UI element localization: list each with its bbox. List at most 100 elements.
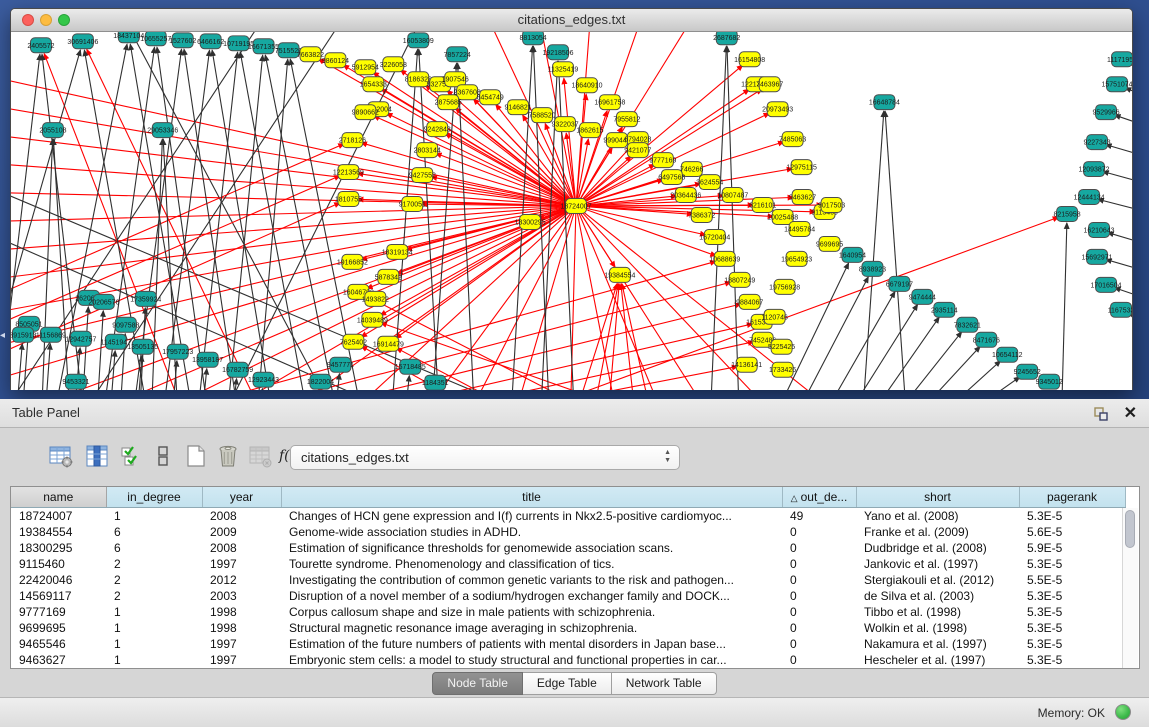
network-node[interactable]: 2405572 — [27, 38, 54, 53]
table-cell[interactable]: 9463627 — [11, 652, 106, 668]
network-node[interactable]: 7463967 — [756, 77, 783, 92]
table-cell[interactable]: Embryonic stem cells: a model to study s… — [281, 652, 782, 668]
table-cell[interactable]: 0 — [782, 588, 856, 604]
table-cell[interactable]: 14569117 — [11, 588, 106, 604]
column-header-pagerank[interactable]: pagerank — [1019, 487, 1125, 507]
table-cell[interactable]: 2009 — [202, 524, 281, 540]
column-header-year[interactable]: year — [202, 487, 281, 507]
network-node[interactable]: 16648784 — [869, 95, 900, 110]
network-node[interactable]: 2803144 — [414, 143, 441, 158]
table-scrollbar[interactable] — [1122, 508, 1138, 668]
network-node[interactable]: 2718126 — [339, 133, 366, 148]
network-node[interactable]: 11171952 — [1107, 52, 1132, 67]
network-node[interactable]: 10688639 — [709, 251, 740, 266]
window-titlebar[interactable]: citations_edges.txt — [11, 9, 1132, 32]
table-cell[interactable]: 49 — [782, 507, 856, 524]
network-node[interactable]: 7832621 — [954, 317, 981, 332]
network-node[interactable]: 5225425 — [768, 339, 795, 354]
table-cell[interactable]: 19384554 — [11, 524, 106, 540]
table-cell[interactable]: Yano et al. (2008) — [856, 507, 1019, 524]
network-node[interactable]: 9097588 — [112, 317, 139, 332]
table-cell[interactable]: 1 — [106, 636, 202, 652]
table-cell[interactable]: 2 — [106, 556, 202, 572]
table-cell[interactable]: 1997 — [202, 636, 281, 652]
table-cell[interactable]: 5.3E-5 — [1019, 588, 1125, 604]
table-cell[interactable]: 9777169 — [11, 604, 106, 620]
network-node[interactable]: 1167533 — [1108, 302, 1132, 317]
network-node[interactable]: 9322037 — [551, 117, 578, 132]
table-row[interactable]: 911546021997Tourette syndrome. Phenomeno… — [11, 556, 1125, 572]
table-cell[interactable]: 22420046 — [11, 572, 106, 588]
network-node[interactable]: 6679197 — [886, 276, 913, 291]
table-cell[interactable]: 0 — [782, 556, 856, 572]
table-cell[interactable]: Estimation of the future numbers of pati… — [281, 636, 782, 652]
network-node[interactable]: 6216101 — [749, 198, 776, 213]
network-node[interactable]: 14136141 — [731, 357, 762, 372]
network-node[interactable]: 5912954 — [352, 60, 379, 75]
tab-network-table[interactable]: Network Table — [612, 672, 717, 695]
network-node[interactable]: 1810755 — [335, 192, 362, 207]
table-cell[interactable]: 0 — [782, 636, 856, 652]
table-cell[interactable]: 0 — [782, 652, 856, 668]
table-cell[interactable]: 5.3E-5 — [1019, 652, 1125, 668]
network-node[interactable]: 16154808 — [734, 52, 765, 67]
table-cell[interactable]: Genome-wide association studies in ADHD. — [281, 524, 782, 540]
table-cell[interactable]: 0 — [782, 540, 856, 556]
network-node[interactable]: 7955812 — [613, 112, 640, 127]
network-node[interactable]: 18640910 — [571, 78, 602, 93]
table-cell[interactable]: 18724007 — [11, 507, 106, 524]
network-node[interactable]: 9890662 — [352, 105, 379, 120]
network-node[interactable]: 9242843 — [424, 122, 451, 137]
network-node[interactable]: 1654333 — [360, 77, 387, 92]
network-node[interactable]: 19384554 — [604, 267, 635, 282]
network-node[interactable]: 13958187 — [192, 352, 223, 367]
network-node[interactable]: 1862615 — [576, 123, 603, 138]
network-node[interactable]: 8454749 — [477, 90, 504, 105]
network-node[interactable]: 9345012 — [1036, 374, 1063, 389]
tab-edge-table[interactable]: Edge Table — [523, 672, 612, 695]
network-node[interactable]: 19166852 — [337, 254, 368, 269]
table-cell[interactable]: 2012 — [202, 572, 281, 588]
network-node[interactable]: 7588520 — [528, 108, 555, 123]
network-node[interactable]: 9427552 — [409, 168, 436, 183]
memory-status-icon[interactable] — [1115, 704, 1131, 720]
column-header-name[interactable]: name — [11, 487, 106, 507]
network-node[interactable]: 2875685 — [435, 95, 462, 110]
table-cell[interactable]: 6 — [106, 540, 202, 556]
network-node[interactable]: 16720404 — [699, 229, 730, 244]
table-cell[interactable]: Franke et al. (2009) — [856, 524, 1019, 540]
table-cell[interactable]: 5.3E-5 — [1019, 556, 1125, 572]
network-node[interactable]: 9474444 — [909, 289, 936, 304]
table-cell[interactable]: 18300295 — [11, 540, 106, 556]
network-node[interactable]: 17016504 — [1091, 277, 1122, 292]
table-cell[interactable]: Stergiakouli et al. (2012) — [856, 572, 1019, 588]
tab-node-table[interactable]: Node Table — [432, 672, 523, 695]
network-node[interactable]: 9884067 — [736, 294, 763, 309]
network-node[interactable]: 1184351 — [422, 375, 449, 390]
table-cell[interactable]: 1998 — [202, 620, 281, 636]
table-cell[interactable]: 5.5E-5 — [1019, 572, 1125, 588]
table-rows-icon[interactable] — [150, 443, 176, 469]
table-cell[interactable]: de Silva et al. (2003) — [856, 588, 1019, 604]
table-cell[interactable]: 1 — [106, 652, 202, 668]
table-cell[interactable]: Jankovic et al. (1997) — [856, 556, 1019, 572]
network-node[interactable]: 1493822 — [362, 291, 389, 306]
table-cell[interactable]: 1 — [106, 507, 202, 524]
network-node[interactable]: 12093872 — [1079, 162, 1110, 177]
table-cell[interactable]: Corpus callosum shape and size in male p… — [281, 604, 782, 620]
new-document-icon[interactable] — [183, 443, 209, 469]
table-cell[interactable]: 2 — [106, 572, 202, 588]
network-node[interactable]: 9463627 — [789, 190, 816, 205]
network-node[interactable]: 17957223 — [162, 344, 193, 359]
network-node[interactable]: 10654112 — [992, 347, 1023, 362]
network-node[interactable]: 1822004 — [307, 374, 334, 389]
table-cell[interactable]: Disruption of a novel member of a sodium… — [281, 588, 782, 604]
table-cell[interactable]: 1 — [106, 604, 202, 620]
table-cell[interactable]: 1997 — [202, 556, 281, 572]
table-cell[interactable]: 5.3E-5 — [1019, 620, 1125, 636]
network-node[interactable]: 11325419 — [548, 62, 579, 77]
network-canvas[interactable]: 2405572306914061843710410655257152760264… — [11, 32, 1132, 390]
table-cell[interactable]: Structural magnetic resonance image aver… — [281, 620, 782, 636]
table-mode-icon[interactable] — [48, 443, 74, 469]
network-node[interactable]: 7857224 — [444, 47, 471, 62]
